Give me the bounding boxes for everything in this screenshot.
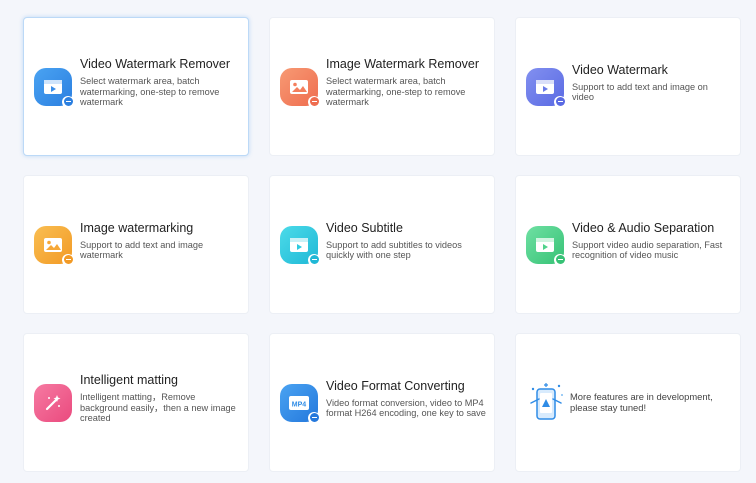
image-add-icon bbox=[34, 225, 74, 266]
feature-description: Support to add text and image watermark bbox=[80, 239, 204, 261]
feature-description: Intelligent matting，Remove background ea… bbox=[80, 392, 236, 424]
card-image-watermark-remover[interactable]: Image Watermark Remover Select watermark… bbox=[269, 17, 495, 156]
card-video-watermark[interactable]: Video Watermark Support to add text and … bbox=[515, 17, 741, 156]
feature-description: Support video audio separation, Fast rec… bbox=[572, 239, 723, 261]
feature-title: Video Subtitle bbox=[326, 220, 403, 235]
phone-in-development-icon bbox=[526, 381, 566, 425]
image-remove-icon bbox=[280, 67, 320, 108]
mp4-label: MP4 bbox=[292, 401, 307, 408]
feature-title: Video & Audio Separation bbox=[572, 220, 715, 235]
video-remove-icon bbox=[34, 67, 74, 108]
feature-description: Support to add text and image on video bbox=[572, 81, 708, 103]
card-intelligent-matting[interactable]: Intelligent matting Intelligent matting，… bbox=[23, 333, 249, 472]
feature-title: Video Watermark Remover bbox=[80, 57, 231, 72]
audio-separation-icon bbox=[526, 225, 566, 266]
feature-title: Video Format Converting bbox=[326, 378, 465, 393]
card-video-watermark-remover[interactable]: Video Watermark Remover Select watermark… bbox=[23, 17, 249, 156]
feature-title: Image Watermark Remover bbox=[326, 57, 480, 72]
card-video-audio-separation[interactable]: Video & Audio Separation Support video a… bbox=[515, 175, 741, 314]
feature-title: Image watermarking bbox=[80, 220, 194, 235]
card-video-subtitle[interactable]: Video Subtitle Support to add subtitles … bbox=[269, 175, 495, 314]
card-video-format-converting[interactable]: MP4 Video Format Converting Video format… bbox=[269, 333, 495, 472]
card-more-features: More features are in development, please… bbox=[515, 333, 741, 472]
feature-grid: Video Watermark Remover Select watermark… bbox=[0, 0, 756, 483]
magic-wand-icon bbox=[34, 383, 72, 422]
feature-description: Select watermark area, batch watermarkin… bbox=[326, 76, 466, 108]
mp4-convert-icon: MP4 bbox=[280, 383, 320, 424]
feature-description: Video format conversion, video to MP4 fo… bbox=[326, 397, 486, 419]
video-add-icon bbox=[526, 67, 566, 108]
card-image-watermarking[interactable]: Image watermarking Support to add text a… bbox=[23, 175, 249, 314]
feature-title: Intelligent matting bbox=[80, 373, 178, 388]
dev-notice-text: More features are in development, please… bbox=[570, 391, 713, 413]
video-subtitle-icon bbox=[280, 225, 320, 266]
feature-description: Select watermark area, batch watermarkin… bbox=[80, 76, 220, 108]
feature-description: Support to add subtitles to videos quick… bbox=[326, 239, 462, 261]
feature-title: Video Watermark bbox=[572, 62, 668, 77]
